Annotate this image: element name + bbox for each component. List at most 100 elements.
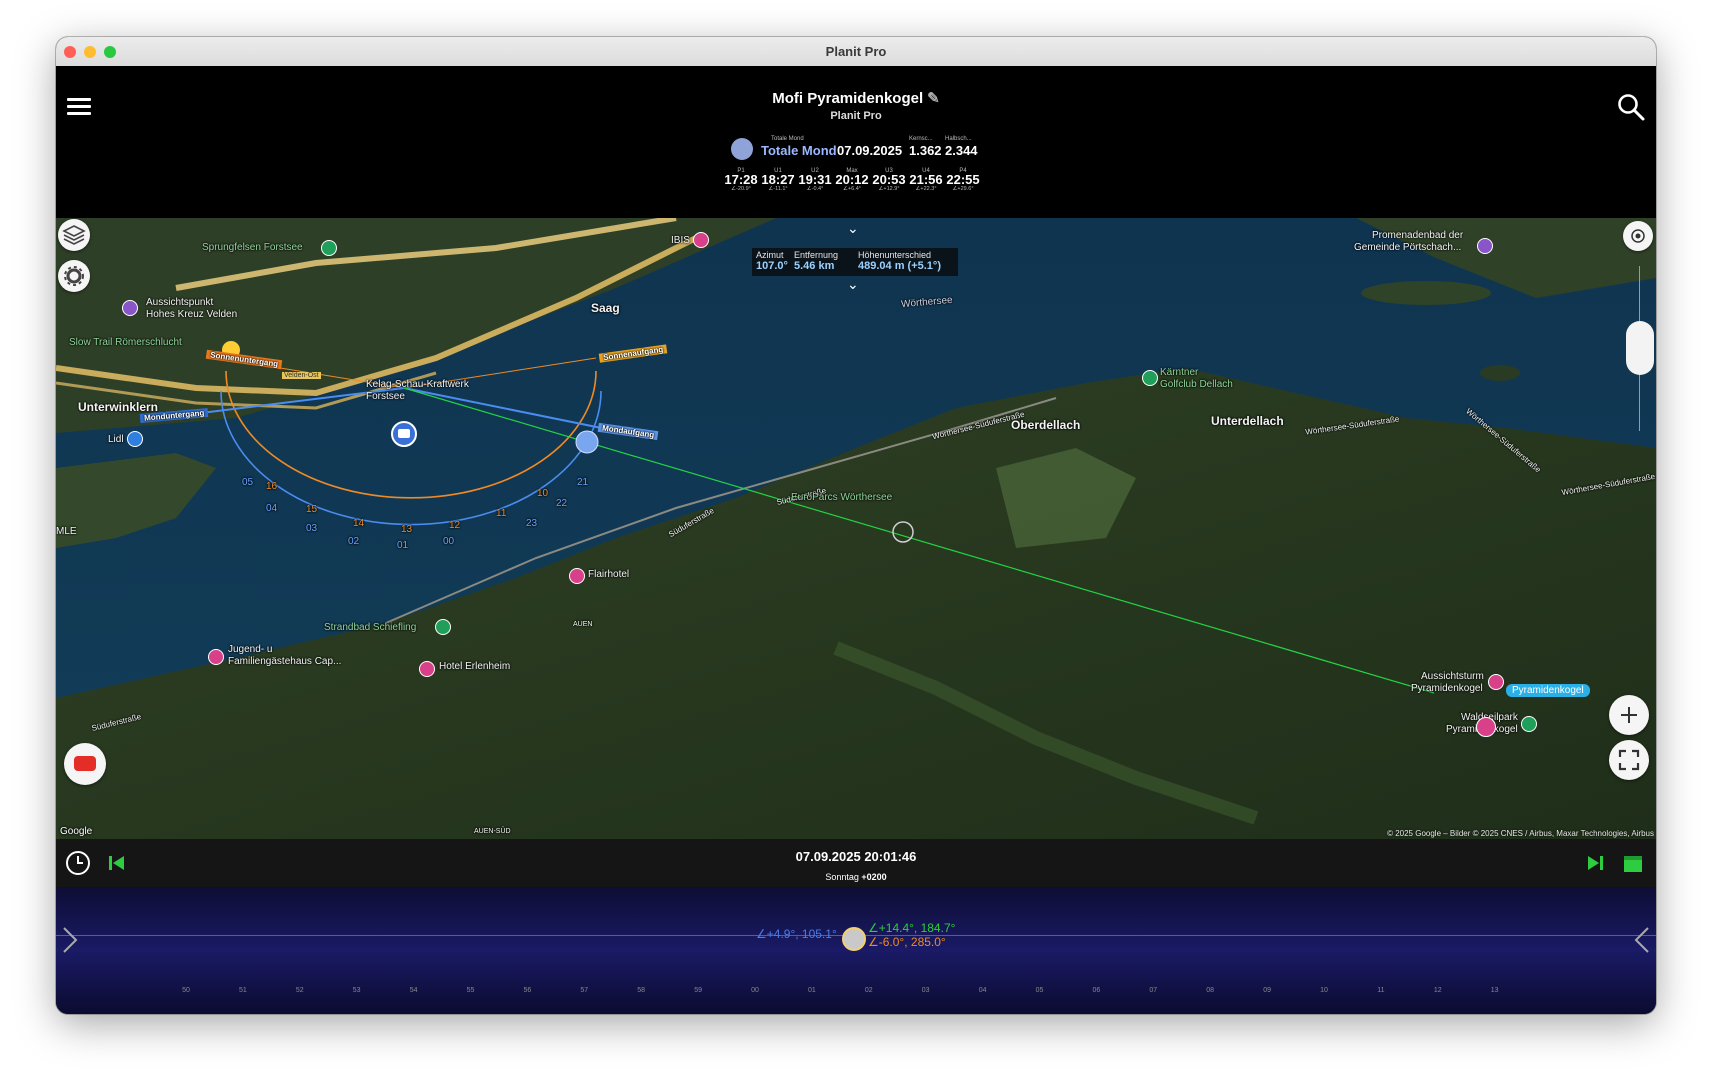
sun-readout-alt: ∠+14.4°, 184.7°	[868, 921, 956, 935]
moon-path-arc	[220, 390, 602, 526]
search-icon[interactable]	[1614, 90, 1648, 124]
moon-hour-label: 22	[556, 498, 568, 509]
strandbad-pin-icon[interactable]	[435, 619, 451, 635]
red-pin-icon[interactable]	[1476, 717, 1496, 737]
viewpoint-pin-icon[interactable]	[122, 300, 138, 316]
plan-header: Mofi Pyramidenkogel ✎ Planit Pro Totale M…	[56, 66, 1656, 218]
golf-pin-icon[interactable]	[1142, 370, 1158, 386]
window-title: Planit Pro	[825, 44, 887, 59]
label-aussichtsturm: Aussichtsturm	[1421, 671, 1484, 682]
magnitude-value: 1.362	[909, 143, 942, 158]
sprungfelsen-pin-icon[interactable]	[321, 240, 337, 256]
magnitude-caption: Kernsc...	[909, 136, 933, 142]
locate-button[interactable]	[1623, 221, 1653, 251]
timeline-tick: 08	[1206, 987, 1215, 994]
waldseilpark-pin-icon[interactable]	[1521, 716, 1537, 732]
chevron-up-icon[interactable]: ⌄	[847, 220, 859, 237]
moon-position-icon	[575, 430, 599, 454]
layers-button[interactable]	[58, 219, 90, 251]
label-hohes-kreuz: Hohes Kreuz Velden	[146, 309, 238, 320]
current-datetime[interactable]: 07.09.2025 20:01:46	[56, 849, 1656, 864]
google-logo: Google	[60, 826, 93, 837]
timeline-tick: 53	[352, 987, 361, 994]
contact-max[interactable]: Max 20:12 ∠+6.4°	[834, 168, 870, 192]
half-value: 2.344	[945, 143, 978, 158]
flairhotel-pin-icon[interactable]	[569, 568, 585, 584]
zoom-slider-handle[interactable]	[1626, 321, 1654, 375]
label-forstsee: Forstsee	[366, 391, 405, 402]
label-auen-sued: AUEN-SÜD	[474, 828, 511, 835]
promenadenbad-pin-icon[interactable]	[1477, 238, 1493, 254]
chevron-down-icon[interactable]: ⌄	[847, 276, 859, 293]
current-day: Sonntag +0200	[56, 872, 1656, 882]
contact-u4[interactable]: U4 21:56 ∠+22.3°	[908, 168, 944, 192]
map-copyright: © 2025 Google – Bilder © 2025 CNES / Air…	[1387, 829, 1654, 838]
time-scrubber[interactable]: ∠+4.9°, 105.1° ∠+14.4°, 184.7° ∠-6.0°, 2…	[56, 887, 1656, 1014]
contact-p1[interactable]: P1 17:28 ∠-20.9°	[723, 168, 759, 192]
timeline-tick: 57	[580, 987, 589, 994]
label-strandbad: Strandbad Schiefling	[324, 622, 417, 633]
eclipse-type-caption: Totale Mond	[771, 136, 804, 142]
pyramidenkogel-target-tag[interactable]: Pyramidenkogel	[1506, 684, 1590, 697]
contact-u2[interactable]: U2 19:31 ∠-0.4°	[797, 168, 833, 192]
timeline-tick: 56	[523, 987, 532, 994]
moon-readout: ∠+4.9°, 105.1°	[756, 927, 837, 941]
layers-icon	[62, 225, 86, 245]
label-unterwinklern: Unterwinklern	[78, 400, 159, 414]
contact-u1[interactable]: U1 18:27 ∠-11.1°	[760, 168, 796, 192]
azimut-col: Azimut 107.0°	[756, 250, 788, 272]
ibis-pin-icon[interactable]	[693, 232, 709, 248]
calendar-icon[interactable]	[1622, 852, 1644, 874]
timeline-tick: 09	[1263, 987, 1271, 994]
timeline-tick: 03	[921, 987, 930, 994]
sun-hour-label: 14	[353, 518, 365, 529]
label-golfclub: Golfclub Dellach	[1160, 379, 1233, 390]
geodetic-line	[403, 387, 1435, 694]
label-erlenheim: Hotel Erlenheim	[439, 661, 511, 672]
aussichtsturm-pin-icon[interactable]	[1488, 674, 1504, 690]
moon-hour-label: 02	[348, 536, 360, 547]
satellite-map[interactable]: Sonnenuntergang Sonnenaufgang Mondunterg…	[56, 218, 1656, 839]
eclipse-summary[interactable]: Totale Mond Totale Mond 07.09.2025 Kerns…	[731, 136, 1031, 162]
lidl-pin-icon[interactable]	[127, 431, 143, 447]
label-europarcs: EuroParcs Wörthersee	[791, 492, 893, 503]
scrub-right-icon[interactable]	[1632, 925, 1652, 955]
weekday: Sonntag	[825, 872, 859, 882]
fullscreen-button[interactable]	[1609, 740, 1649, 780]
timeline-tick: 50	[182, 987, 190, 994]
skip-forward-icon[interactable]	[1586, 854, 1604, 872]
erlenheim-pin-icon[interactable]	[419, 661, 435, 677]
moon-hour-label: 03	[306, 523, 318, 534]
eclipse-date: 07.09.2025	[837, 143, 903, 158]
contact-u3[interactable]: U3 20:53 ∠+12.9°	[871, 168, 907, 192]
sun-hour-label: 10	[537, 488, 549, 499]
label-auen: AUEN	[573, 621, 593, 628]
scrub-left-icon[interactable]	[60, 925, 80, 955]
settings-button[interactable]	[58, 260, 90, 292]
timeline-tick: 07	[1149, 987, 1158, 994]
zoom-in-button[interactable]	[1609, 695, 1649, 735]
label-jugend-2: Familiengästehaus Cap...	[228, 656, 342, 667]
video-button[interactable]	[64, 743, 106, 785]
titlebar: Planit Pro	[56, 37, 1656, 67]
plan-title[interactable]: Mofi Pyramidenkogel ✎	[56, 89, 1656, 107]
timeline-tick: 59	[694, 987, 702, 994]
jugend-pin-icon[interactable]	[208, 649, 224, 665]
utc-offset: +0200	[861, 872, 887, 882]
label-ibis: IBIS	[671, 235, 690, 246]
distance-col: Entfernung 5.46 km	[794, 250, 839, 272]
plan-title-text: Mofi Pyramidenkogel	[772, 90, 924, 107]
target-crosshair-icon	[892, 521, 914, 543]
measurement-infobox[interactable]: Azimut 107.0° Entfernung 5.46 km Höhenunte…	[752, 248, 958, 276]
pencil-icon[interactable]: ✎	[927, 90, 940, 107]
locate-icon	[1631, 229, 1645, 243]
moon-hour-label: 04	[266, 503, 278, 514]
label-aussichtspunkt: Aussichtspunkt	[146, 297, 214, 308]
plan-subtitle: Planit Pro	[830, 110, 882, 122]
label-mle: MLE	[56, 526, 77, 537]
label-promenadenbad: Promenadenbad der	[1372, 230, 1464, 241]
timeline-tick: 02	[864, 987, 873, 994]
sun-hour-label: 13	[401, 524, 413, 535]
timeline-tick: 04	[978, 987, 987, 994]
contact-p4[interactable]: P4 22:55 ∠+29.6°	[945, 168, 981, 192]
